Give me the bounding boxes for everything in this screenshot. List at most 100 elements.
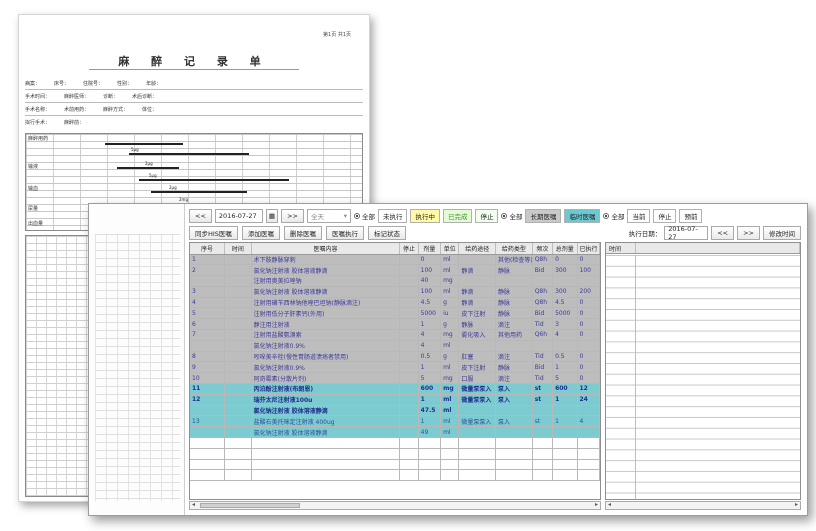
cell-content[interactable]: 氯化钠注射液 胶体溶液静滴 — [251, 264, 401, 277]
cell-stop[interactable] — [399, 318, 419, 331]
cell-stop[interactable] — [399, 361, 419, 374]
cell-time[interactable] — [224, 394, 252, 406]
cell-done[interactable]: 0 — [577, 254, 600, 266]
cell-dose[interactable]: 1 — [418, 394, 442, 406]
cell-dose[interactable]: 0 — [418, 254, 442, 266]
cell-content[interactable]: 术下肢静脉穿刺 — [251, 254, 401, 266]
cell-total[interactable]: 5 — [552, 372, 578, 385]
exec-prev-button[interactable]: << — [711, 226, 735, 240]
cell-done[interactable]: 0 — [577, 329, 600, 341]
cell-route[interactable]: 静滴 — [458, 297, 497, 309]
cell-no[interactable] — [190, 405, 226, 417]
col-header-no[interactable]: 序号 — [190, 243, 226, 255]
cell-no[interactable]: 8 — [190, 351, 226, 363]
cell-no[interactable]: 9 — [190, 361, 226, 374]
cell-total[interactable]: 1 — [552, 394, 578, 406]
cell-unit[interactable]: g — [440, 297, 460, 309]
cell-total[interactable]: 0 — [552, 254, 578, 266]
cell-total[interactable]: 4 — [552, 329, 578, 341]
cell-unit[interactable]: mg — [440, 372, 460, 385]
cell-dose[interactable]: 4 — [418, 340, 442, 352]
cell-freq[interactable]: st — [532, 383, 554, 395]
cell-dose[interactable]: 4.5 — [418, 297, 442, 309]
cell-content[interactable]: 注射用磺苄西林钠他唑巴坦钠(静脉滴注) — [251, 297, 401, 309]
preset-order-chip[interactable]: 预前 — [679, 209, 703, 223]
cell-no[interactable]: 3 — [190, 286, 226, 298]
cell-done[interactable]: 0 — [577, 297, 600, 309]
temporary-order-chip[interactable]: 临时医嘱 — [564, 209, 601, 223]
status-stopped-chip[interactable]: 停止 — [475, 209, 499, 223]
cell-stop[interactable] — [399, 275, 419, 287]
cell-no[interactable]: 7 — [190, 329, 226, 341]
cell-total[interactable] — [552, 340, 578, 352]
order-row[interactable]: 3 氯化钠注射液 胶体溶液静滴 100 ml 静滴 静脉 Q8h 300 200 — [190, 286, 600, 298]
sync-his-orders-button[interactable]: 同步HIS医嘱 — [189, 226, 238, 240]
cell-content[interactable]: 氯化钠注射液0.9% — [251, 361, 401, 374]
cell-done[interactable] — [577, 340, 600, 352]
cell-stop[interactable] — [399, 254, 419, 266]
exec-date-field[interactable]: 2016-07-27 — [664, 225, 709, 241]
order-row[interactable]: 4 注射用磺苄西林钠他唑巴坦钠(静脉滴注) 4.5 g 静滴 静脉 Q8h 4.5 0 — [190, 297, 600, 309]
order-row[interactable]: 11 丙泊酚注射液(布朗恩) 600 mg 微量泵泵入 泵入 st 600 12 — [190, 383, 600, 395]
cell-freq[interactable]: Bid — [532, 307, 554, 320]
cell-done[interactable] — [577, 275, 600, 287]
cell-time[interactable] — [224, 415, 252, 428]
cell-dose[interactable]: 5 — [418, 372, 442, 385]
cell-time[interactable] — [224, 426, 252, 439]
cell-stop[interactable] — [399, 394, 419, 406]
cell-stop[interactable] — [399, 297, 419, 309]
cell-freq[interactable] — [532, 405, 554, 417]
current-order-chip[interactable]: 当前 — [627, 209, 651, 223]
col-header-done[interactable]: 已执行 — [577, 243, 600, 255]
order-row[interactable]: 氯化钠注射液 胶体溶液静滴 47.5 ml — [190, 405, 600, 417]
cell-dose[interactable]: 47.5 — [418, 405, 442, 417]
cell-no[interactable]: 10 — [190, 372, 226, 385]
cell-total[interactable]: 1 — [552, 415, 578, 428]
col-header-content[interactable]: 医嘱内容 — [251, 243, 401, 255]
date-field[interactable]: 2016-07-27 — [214, 209, 263, 223]
cell-total[interactable] — [552, 426, 578, 439]
cell-unit[interactable]: ml — [440, 340, 460, 352]
cell-dose[interactable]: 1 — [418, 361, 442, 374]
col-header-total[interactable]: 总剂量 — [552, 243, 578, 255]
calendar-icon[interactable]: ▦ — [265, 209, 279, 223]
mark-status-button[interactable]: 标记状态 — [367, 226, 406, 240]
cell-freq[interactable]: Q8h — [532, 286, 554, 298]
cell-type[interactable]: 静脉 — [495, 361, 533, 374]
radio-all-state[interactable]: 全部 — [603, 211, 624, 221]
cell-no[interactable]: 11 — [190, 383, 226, 395]
cell-freq[interactable] — [532, 426, 554, 439]
status-executing-chip[interactable]: 执行中 — [410, 209, 440, 223]
cell-stop[interactable] — [399, 286, 419, 298]
cell-freq[interactable]: Q8h — [532, 297, 554, 309]
order-row[interactable]: 氯化钠注射液 胶体溶液静滴 49 ml — [190, 426, 600, 439]
cell-total[interactable]: 0.5 — [552, 351, 578, 363]
col-header-type[interactable]: 给药类型 — [495, 243, 533, 255]
cell-dose[interactable]: 0.5 — [418, 351, 442, 363]
cell-time[interactable] — [224, 361, 252, 374]
cell-total[interactable]: 5000 — [552, 307, 578, 320]
cell-dose[interactable]: 4 — [418, 329, 442, 341]
cell-unit[interactable]: iu — [440, 307, 460, 320]
cell-total[interactable] — [552, 275, 578, 287]
cell-dose[interactable]: 49 — [418, 426, 442, 439]
cell-type[interactable] — [495, 426, 533, 439]
add-order-button[interactable]: 添加医嘱 — [241, 226, 280, 240]
cell-unit[interactable]: g — [440, 318, 460, 331]
next-day-button[interactable]: >> — [281, 209, 304, 223]
cell-unit[interactable]: ml — [440, 286, 460, 298]
cell-content[interactable]: 注射用低分子肝素钙(外用) — [251, 307, 401, 320]
cell-content[interactable]: 盐酸右美托咪定注射液 400ug — [251, 415, 401, 428]
cell-route[interactable]: 微量泵泵入 — [458, 383, 497, 395]
col-header-exec-time[interactable]: 时间 — [606, 243, 636, 253]
col-header-freq[interactable]: 频次 — [532, 243, 554, 255]
cell-unit[interactable]: ml — [440, 426, 460, 439]
cell-time[interactable] — [224, 329, 252, 341]
cell-time[interactable] — [224, 264, 252, 277]
cell-total[interactable]: 300 — [552, 286, 578, 298]
cell-type[interactable]: 其他(检查等) — [495, 254, 533, 266]
cell-route[interactable]: 雾化吸入 — [458, 329, 497, 341]
cell-freq[interactable] — [532, 340, 554, 352]
cell-dose[interactable]: 100 — [418, 264, 442, 277]
cell-time[interactable] — [224, 383, 252, 395]
